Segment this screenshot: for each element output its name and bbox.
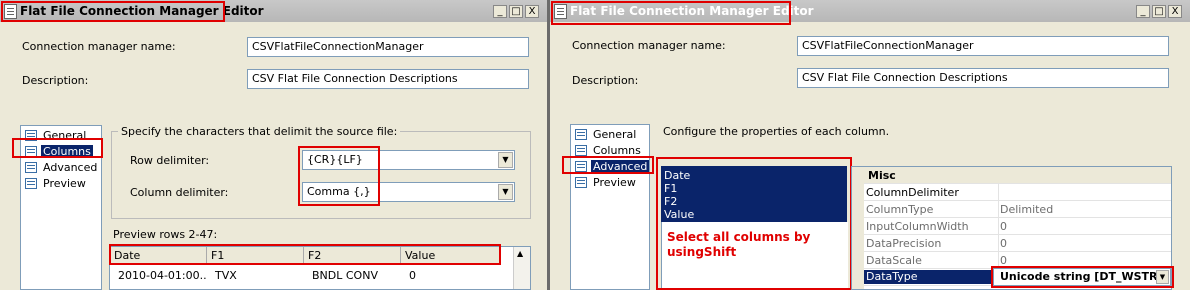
right-editor-window: Flat File Connection Manager Editor _ □ …: [550, 0, 1190, 290]
right-description-label: Description:: [572, 74, 639, 87]
preview-cell: BNDL CONV: [312, 269, 378, 282]
preview-cell: TVX: [215, 269, 237, 282]
row-delimiter-label: Row delimiter:: [130, 154, 210, 167]
left-description-field[interactable]: CSV Flat File Connection Descriptions: [247, 69, 529, 89]
columns-highlight: [656, 157, 852, 290]
right-description-field[interactable]: CSV Flat File Connection Descriptions: [797, 68, 1169, 88]
datatype-highlight: [991, 266, 1174, 288]
right-title-highlight: [551, 1, 791, 25]
column-delimiter-label: Column delimiter:: [130, 186, 229, 199]
misc-section-label: Misc: [868, 169, 896, 182]
left-editor-window: Flat File Connection Manager Editor _ □ …: [0, 0, 547, 290]
prop-row-dataprecision[interactable]: DataPrecision 0: [852, 235, 1171, 252]
preview-rows-label: Preview rows 2-47:: [113, 228, 218, 241]
right-conn-name-label: Connection manager name:: [572, 39, 726, 52]
annotation-line-2: usingShift: [667, 245, 737, 259]
row-delimiter-dropdown-icon[interactable]: ▼: [498, 152, 513, 168]
left-columns-highlight: [12, 138, 103, 158]
advanced-highlight: [562, 156, 654, 174]
left-description-label: Description:: [22, 74, 89, 87]
left-title-highlight: [1, 1, 225, 22]
right-nav-list: General Columns Advanced Preview: [570, 124, 650, 290]
column-splitter: [852, 167, 864, 289]
preview-cell: 0: [409, 269, 416, 282]
prop-row-columntype[interactable]: ColumnType Delimited: [852, 201, 1171, 218]
scroll-up-icon[interactable]: ▲: [517, 249, 523, 258]
preview-cell: 2010-04-01:00...: [118, 269, 207, 282]
preview-headers-highlight: [109, 244, 501, 265]
delimiters-highlight: [298, 146, 380, 206]
prop-row-inputcolumnwidth[interactable]: InputColumnWidth 0: [852, 218, 1171, 235]
left-conn-name-field[interactable]: CSVFlatFileConnectionManager: [247, 37, 529, 57]
right-conn-name-field[interactable]: CSVFlatFileConnectionManager: [797, 36, 1169, 56]
columns-icon: [575, 145, 587, 156]
configure-instruction: Configure the properties of each column.: [663, 125, 890, 138]
left-group-title: Specify the characters that delimit the …: [118, 125, 401, 138]
left-conn-name-label: Connection manager name:: [22, 40, 176, 53]
right-minimize-button[interactable]: _: [1136, 5, 1150, 18]
left-minimize-button[interactable]: _: [493, 5, 507, 18]
right-close-button[interactable]: X: [1168, 5, 1182, 18]
column-delimiter-dropdown-icon[interactable]: ▼: [498, 184, 513, 200]
preview-icon: [575, 177, 587, 188]
preview-scrollbar[interactable]: ▲: [513, 247, 530, 289]
preview-icon: [25, 178, 37, 189]
left-close-button[interactable]: X: [525, 5, 539, 18]
prop-row-columndelimiter[interactable]: ColumnDelimiter: [852, 184, 1171, 201]
annotation-line-1: Select all columns by: [667, 230, 811, 244]
right-maximize-button[interactable]: □: [1152, 5, 1166, 18]
general-icon: [575, 129, 587, 140]
misc-section-header[interactable]: ⊟ Misc: [852, 167, 1171, 184]
advanced-icon: [25, 162, 37, 173]
left-maximize-button[interactable]: □: [509, 5, 523, 18]
